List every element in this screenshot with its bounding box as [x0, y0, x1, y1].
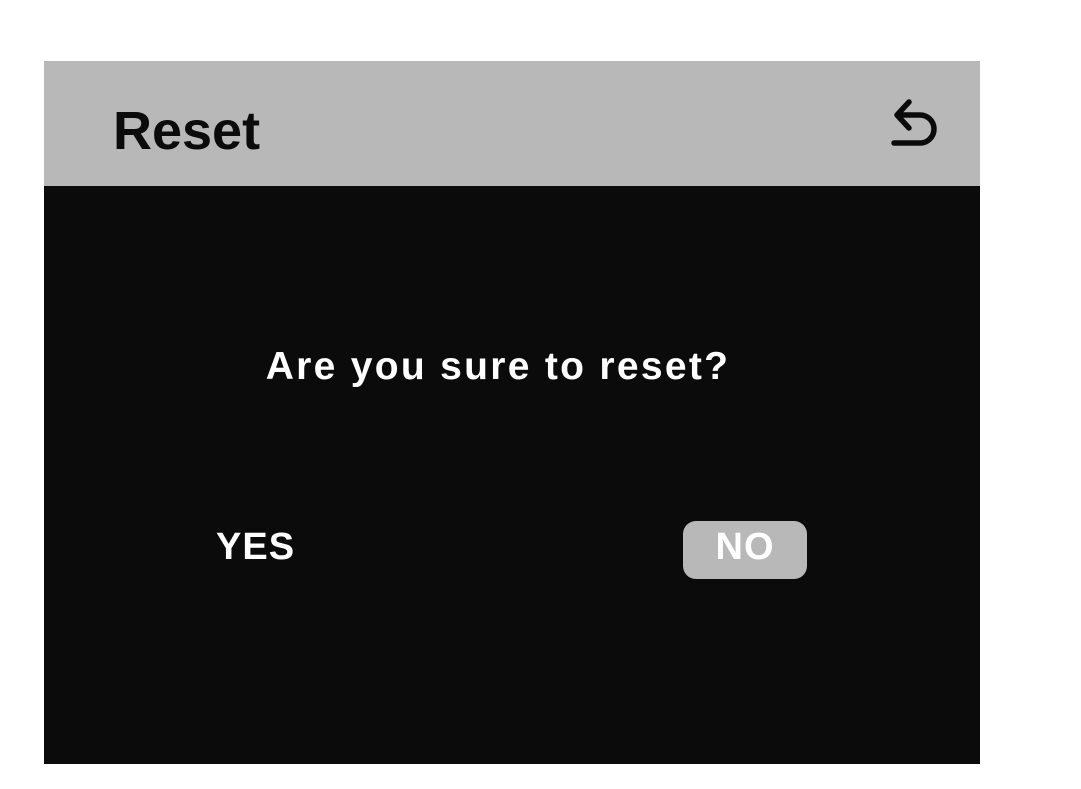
confirm-question: Are you sure to reset? [265, 345, 731, 388]
back-arrow-icon [891, 99, 937, 146]
header-bar: Reset [44, 61, 980, 186]
no-button[interactable]: NO [683, 521, 807, 579]
page-title: Reset [113, 101, 261, 161]
reset-screen: Reset Are you sure to reset? YES NO [44, 61, 980, 764]
yes-button[interactable]: YES [204, 521, 314, 573]
back-button[interactable] [884, 96, 946, 152]
